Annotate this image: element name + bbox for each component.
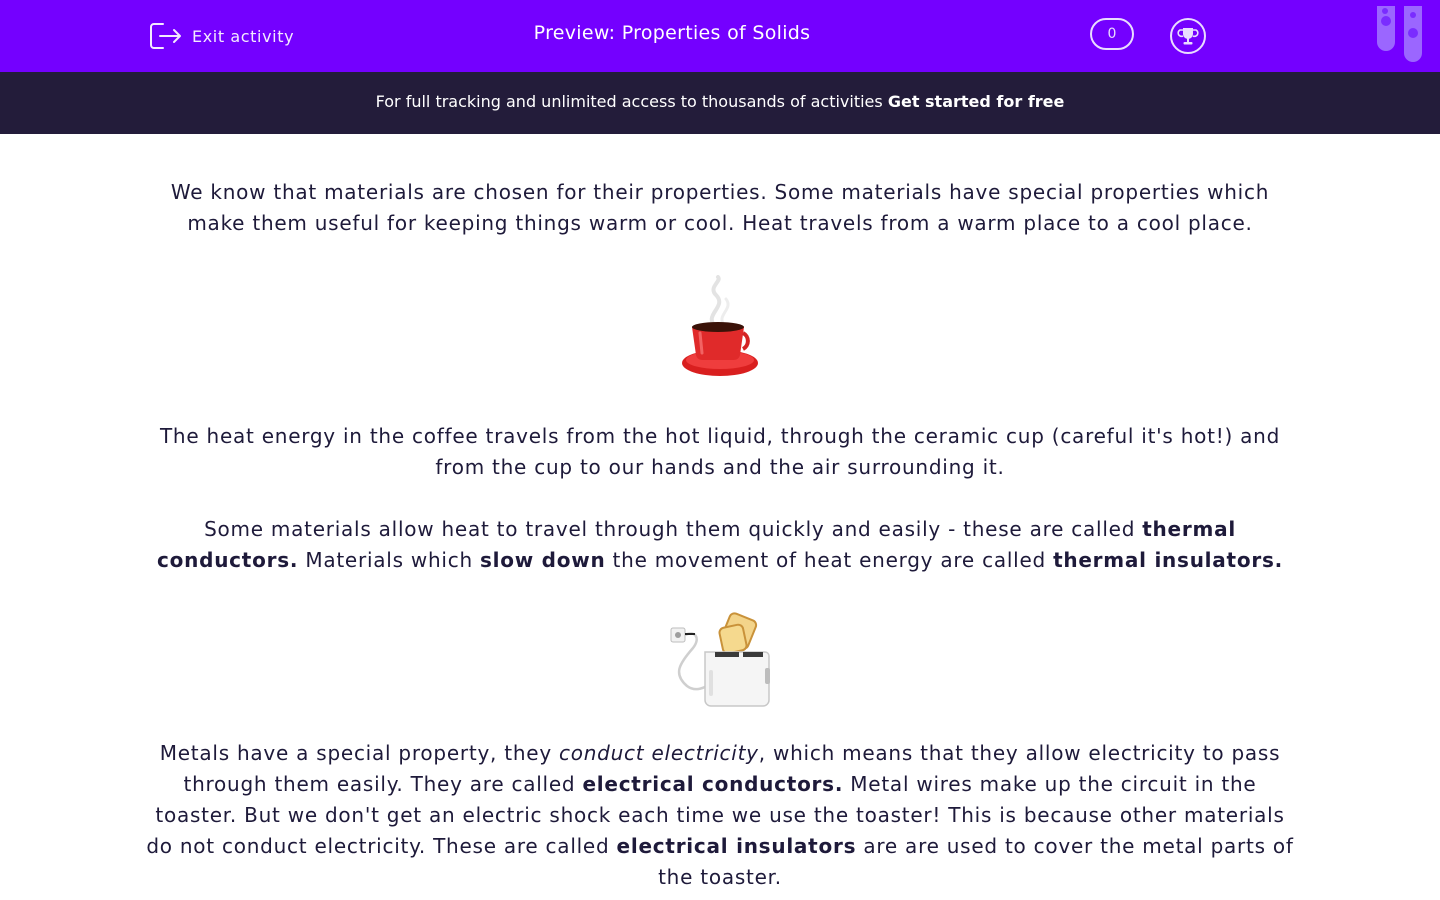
test-tube-decoration [1377, 6, 1395, 51]
thermal-paragraph: Some materials allow heat to travel thro… [157, 517, 1283, 572]
promo-banner: For full tracking and unlimited access t… [0, 72, 1440, 134]
top-bar: Exit activity Preview: Properties of Sol… [0, 0, 1440, 72]
coffee-cup-image [682, 275, 758, 376]
promo-text: For full tracking and unlimited access t… [375, 92, 888, 111]
trophy-icon [1177, 28, 1199, 45]
test-tube-decoration [1404, 6, 1422, 62]
trophy-button[interactable] [1170, 18, 1206, 54]
score-badge: 0 [1090, 18, 1134, 50]
page-title: Preview: Properties of Solids [533, 22, 811, 44]
get-started-link[interactable]: Get started for free [888, 92, 1065, 111]
intro-paragraph: We know that materials are chosen for th… [170, 180, 1270, 235]
electricity-paragraph: Metals have a special property, they con… [146, 741, 1294, 889]
coffee-paragraph: The heat energy in the coffee travels fr… [159, 424, 1281, 479]
toaster-image [670, 612, 770, 707]
